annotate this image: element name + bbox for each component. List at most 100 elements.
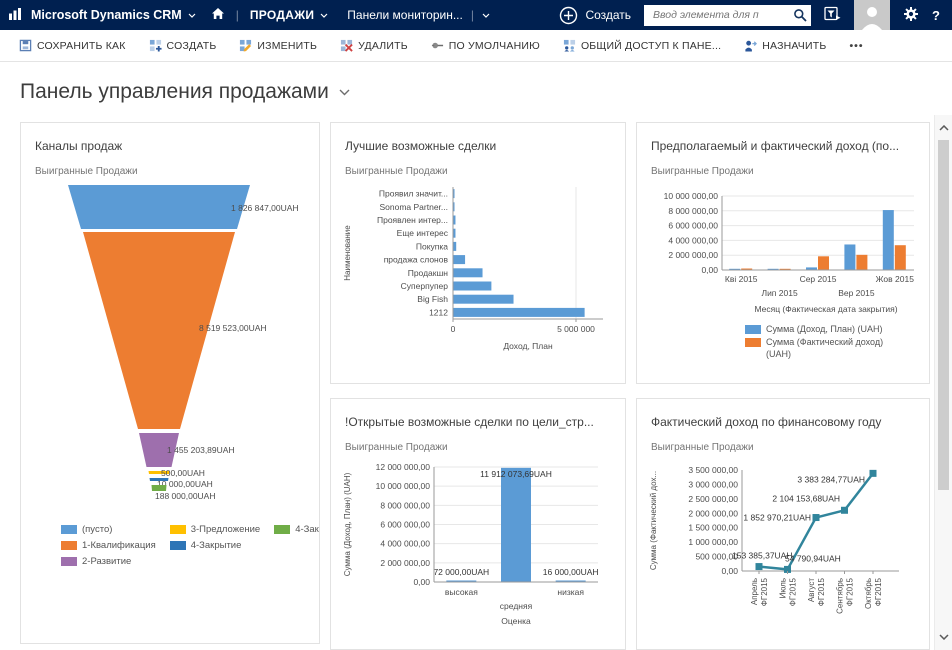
series-legend: Сумма (Доход, План) (UAH)Сумма (Фактичес… — [745, 324, 917, 360]
actual-by-fiscal-year-line-chart[interactable]: 0,00500 000,001 000 000,001 500 000,002 … — [649, 457, 917, 650]
svg-text:0,00: 0,00 — [721, 566, 738, 576]
chevron-down-icon[interactable] — [339, 89, 350, 96]
panel-actual-by-fiscal-year: Фактический доход по финансовому году Вы… — [636, 398, 930, 650]
svg-text:3 000 000,00: 3 000 000,00 — [688, 479, 738, 489]
search-input[interactable] — [651, 8, 793, 22]
chart-subtitle: Выигранные Продажи — [651, 442, 917, 453]
svg-text:Доход, План: Доход, План — [503, 341, 553, 351]
svg-text:Сентябрь: Сентябрь — [836, 578, 845, 614]
toolbar-button-assign[interactable]: НАЗНАЧИТЬ — [744, 39, 826, 52]
brand-menu[interactable]: Microsoft Dynamics CRM — [31, 8, 196, 22]
svg-text:Продакшн: Продакшн — [408, 268, 449, 278]
chart-title: Каналы продаж — [35, 139, 307, 153]
scroll-down-arrow[interactable] — [935, 627, 952, 647]
svg-text:1 826 847,00UAH: 1 826 847,00UAH — [231, 203, 299, 213]
svg-text:2 000 000,00: 2 000 000,00 — [380, 558, 430, 568]
svg-text:10 000 000,00: 10 000 000,00 — [376, 481, 431, 491]
svg-text:8 000 000,00: 8 000 000,00 — [380, 500, 430, 510]
svg-text:Оценка: Оценка — [501, 616, 531, 626]
scroll-up-arrow[interactable] — [935, 118, 952, 138]
page-title: Панель управления продажами — [0, 64, 350, 104]
svg-text:ФГ2015: ФГ2015 — [817, 577, 826, 606]
svg-text:2 000 000,00: 2 000 000,00 — [688, 508, 738, 518]
quick-create-button[interactable]: Создать — [559, 6, 631, 25]
svg-text:3 383 284,77UAH: 3 383 284,77UAH — [797, 474, 865, 484]
nav-area-sales[interactable]: ПРОДАЖИ — [250, 8, 328, 22]
home-button[interactable] — [211, 7, 225, 23]
command-bar: СОХРАНИТЬ КАК СОЗДАТЬ ИЗМЕНИТЬ УДАЛИТЬ ПО УМ… — [0, 30, 952, 62]
dynamics-logo — [8, 7, 22, 24]
panel-sales-channels: Каналы продаж Выигранные Продажи 1 826 8… — [20, 122, 320, 644]
top-navbar: Microsoft Dynamics CRM | ПРОДАЖИ Панели … — [0, 0, 952, 30]
nav-subarea-dashboards[interactable]: Панели мониторин... | — [347, 8, 490, 22]
svg-text:0: 0 — [451, 324, 456, 334]
top-opportunities-bar-chart[interactable]: Проявил значит...Sonoma Partner...Проявл… — [343, 181, 613, 364]
svg-text:2 104 153,68UAH: 2 104 153,68UAH — [772, 493, 840, 503]
svg-text:4 000 000,00: 4 000 000,00 — [380, 539, 430, 549]
svg-text:Проявил значит...: Проявил значит... — [379, 189, 448, 199]
toolbar-button-share[interactable]: ОБЩИЙ ДОСТУП К ПАНЕ... — [563, 39, 721, 52]
toolbar-button-set-default[interactable]: ПО УМОЛЧАНИЮ — [431, 39, 540, 52]
legend-item: Сумма (Доход, План) (UAH) — [745, 324, 917, 335]
toolbar-more-button[interactable]: ••• — [849, 40, 863, 52]
svg-text:12 000 000,00: 12 000 000,00 — [376, 462, 431, 472]
panel-estimated-vs-actual: Предполагаемый и фактический доход (по..… — [636, 122, 930, 384]
toolbar-button-delete[interactable]: УДАЛИТЬ — [340, 39, 408, 52]
chart-title: Фактический доход по финансовому году — [651, 415, 917, 429]
home-icon — [211, 7, 225, 20]
svg-text:Кві 2015: Кві 2015 — [725, 274, 758, 284]
svg-text:Апрель: Апрель — [750, 578, 759, 605]
open-by-rating-column-chart[interactable]: 0,002 000 000,004 000 000,006 000 000,00… — [343, 457, 613, 634]
svg-text:Жов 2015: Жов 2015 — [876, 274, 915, 284]
help-button[interactable]: ? — [932, 8, 946, 23]
sales-channels-funnel-chart[interactable]: 1 826 847,00UAH8 519 523,00UAH1 455 203,… — [33, 181, 307, 510]
svg-text:0,00: 0,00 — [413, 577, 430, 587]
scrollbar-thumb[interactable] — [938, 140, 949, 490]
svg-text:низкая: низкая — [557, 587, 584, 597]
toolbar-button-new[interactable]: СОЗДАТЬ — [149, 39, 217, 52]
search-icon[interactable] — [793, 8, 807, 22]
settings-gear-icon[interactable] — [903, 6, 919, 25]
svg-text:средняя: средняя — [500, 601, 533, 611]
svg-text:Покупка: Покупка — [416, 241, 448, 251]
svg-text:ФГ2015: ФГ2015 — [760, 577, 769, 606]
advanced-find-icon[interactable] — [824, 6, 841, 24]
toolbar-button-edit[interactable]: ИЗМЕНИТЬ — [239, 39, 317, 52]
page-title-label: Панель управления продажами — [20, 80, 329, 104]
svg-text:Наименование: Наименование — [343, 225, 352, 281]
share-icon — [563, 39, 576, 52]
vertical-scrollbar[interactable] — [934, 115, 952, 650]
svg-text:4 000 000,00: 4 000 000,00 — [668, 235, 718, 245]
svg-text:Еще интерес: Еще интерес — [397, 228, 449, 238]
svg-text:8 000 000,00: 8 000 000,00 — [668, 206, 718, 216]
edit-icon — [239, 39, 252, 52]
estimated-vs-actual-bar-chart[interactable]: 0,002 000 000,004 000 000,006 000 000,00… — [649, 181, 917, 322]
svg-text:500,00UAH: 500,00UAH — [161, 468, 205, 478]
assign-icon — [744, 39, 757, 52]
svg-text:ФГ2015: ФГ2015 — [874, 577, 883, 606]
delete-icon — [340, 39, 353, 52]
svg-text:ФГ2015: ФГ2015 — [789, 577, 798, 606]
svg-text:3 500 000,00: 3 500 000,00 — [688, 465, 738, 475]
user-avatar[interactable] — [854, 0, 890, 30]
svg-text:Июль: Июль — [779, 578, 788, 598]
svg-text:10 000 000,00: 10 000 000,00 — [664, 191, 719, 201]
legend-item: 4-Закрытие — [170, 540, 260, 551]
svg-text:1 852 970,21UAH: 1 852 970,21UAH — [743, 513, 811, 523]
set-default-icon — [431, 39, 444, 52]
svg-text:Вер 2015: Вер 2015 — [838, 288, 875, 298]
chart-subtitle: Выигранные Продажи — [35, 166, 307, 177]
panel-top-opportunities: Лучшие возможные сделки Выигранные Прода… — [330, 122, 626, 384]
chevron-down-icon — [320, 13, 328, 18]
toolbar-button-save-as[interactable]: СОХРАНИТЬ КАК — [19, 39, 126, 52]
nav-area-label: ПРОДАЖИ — [250, 8, 314, 22]
svg-text:1 500 000,00: 1 500 000,00 — [688, 523, 738, 533]
svg-text:Суперпупер: Суперпупер — [401, 281, 449, 291]
person-icon — [860, 4, 884, 30]
svg-text:Сер 2015: Сер 2015 — [800, 274, 837, 284]
chart-title: Лучшие возможные сделки — [345, 139, 613, 153]
chart-subtitle: Выигранные Продажи — [345, 442, 613, 453]
svg-text:Big Fish: Big Fish — [417, 294, 448, 304]
panel-open-by-rating: !Открытые возможные сделки по цели_стр..… — [330, 398, 626, 650]
legend-item: 4-Закрыть — [274, 524, 320, 535]
